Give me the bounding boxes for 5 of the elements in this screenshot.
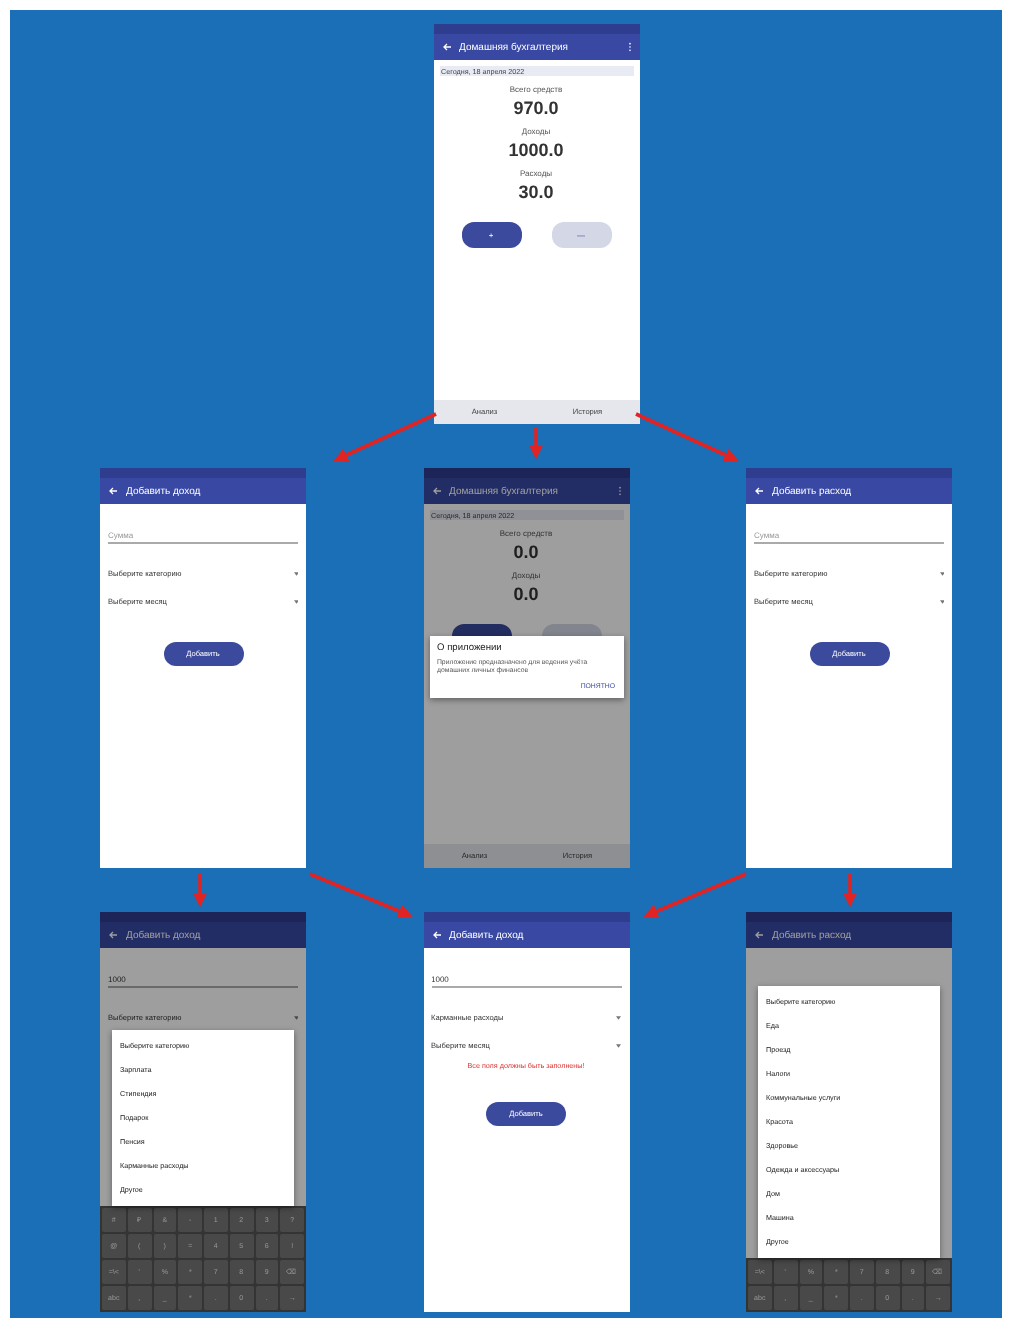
stat-value: 30.0 [518,182,554,202]
stat-value: 0.0 [513,584,539,604]
stat-value: 0.0 [513,542,539,562]
stat-value: 970.0 [513,98,559,118]
stat-value: 1000.0 [508,140,564,160]
